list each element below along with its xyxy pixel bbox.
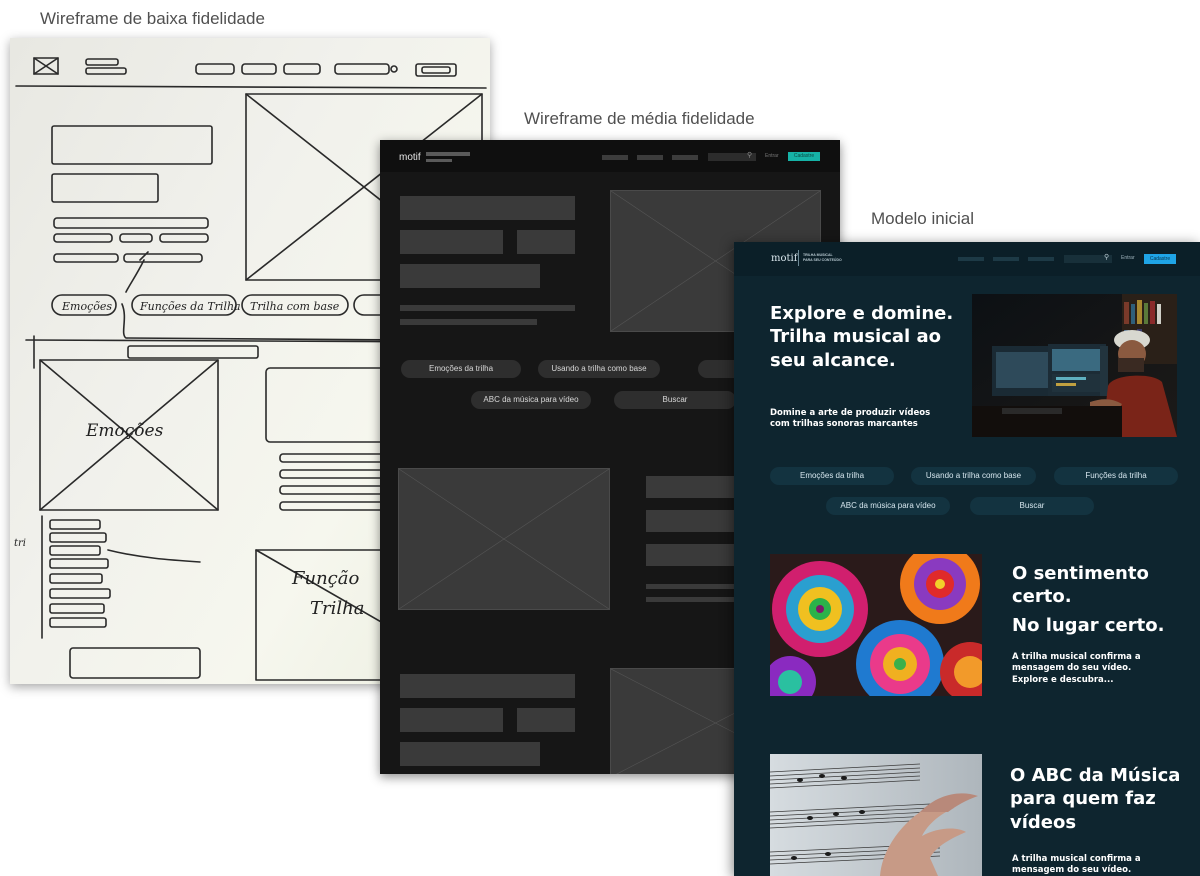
hi-logo-tagline: PARA SEU CONTEÚDO — [803, 258, 842, 262]
hi-hero-subtitle: Domine a arte de produzir vídeos com tri… — [770, 408, 931, 430]
mid-section-text-line — [646, 597, 740, 602]
mid-fidelity-caption: Wireframe de média fidelidade — [524, 109, 755, 128]
mid-section-title-block — [646, 510, 740, 532]
high-fidelity-caption: Modelo inicial — [871, 209, 974, 228]
sketch-pill-label: Trilha com base — [250, 300, 340, 313]
mid-signup-button[interactable]: Cadastre — [788, 152, 820, 161]
mid-section2-title-block — [400, 708, 503, 732]
hi-logo-tagline: TRILHA MUSICAL — [803, 253, 833, 257]
mid-pill-emocoes[interactable]: Emoções da trilha — [401, 360, 521, 378]
hi-section1-title-line2: No lugar certo. — [1012, 615, 1165, 636]
mid-pill-abc[interactable]: ABC da música para vídeo — [471, 391, 591, 409]
sketch-emocoes-label: Emoções — [85, 421, 164, 441]
mid-section2-title-block — [517, 708, 575, 732]
mid-nav-bar: motif ⚲ Entrar Cadastre — [380, 140, 840, 172]
hi-pill-usando-trilha[interactable]: Usando a trilha como base — [911, 467, 1036, 485]
mid-nav-link[interactable] — [602, 155, 628, 160]
hi-section1-body: A trilha musical confirma a mensagem do … — [1012, 652, 1141, 685]
hi-signup-button[interactable]: Cadastre — [1144, 254, 1176, 264]
hi-roses-photo — [770, 554, 982, 696]
hi-nav-link[interactable] — [993, 257, 1019, 261]
sketch-pill-label: Funções da Trilha — [139, 300, 241, 313]
mid-section-image-placeholder — [398, 468, 610, 610]
mid-hero-text-line — [400, 305, 575, 311]
mid-logo-tagline — [426, 159, 452, 162]
sheet-music-image — [770, 754, 982, 876]
low-fidelity-caption: Wireframe de baixa fidelidade — [40, 9, 265, 28]
hi-pill-abc[interactable]: ABC da música para vídeo — [826, 497, 950, 515]
hi-nav-link[interactable] — [958, 257, 984, 261]
hi-section1-title-line1: O sentimento certo. — [1012, 563, 1149, 608]
hi-nav-bar: motif TRILHA MUSICAL PARA SEU CONTEÚDO ⚲… — [734, 242, 1200, 276]
mid-hero-title-block — [400, 196, 575, 220]
mid-hero-title-block — [400, 230, 503, 254]
mid-section-title-block — [646, 476, 740, 498]
mid-hero-title-block — [517, 230, 575, 254]
hi-section2-body: A trilha musical confirma a mensagem do … — [1012, 854, 1141, 876]
mid-nav-link[interactable] — [672, 155, 698, 160]
mid-section2-title-block — [400, 742, 540, 766]
high-fidelity-mockup: motif TRILHA MUSICAL PARA SEU CONTEÚDO ⚲… — [734, 242, 1200, 876]
hi-hero-photo — [972, 294, 1177, 437]
mid-logo-tagline — [426, 152, 470, 156]
roses-image — [770, 554, 982, 696]
hi-pill-emocoes[interactable]: Emoções da trilha — [770, 467, 894, 485]
mid-section2-title-block — [400, 674, 575, 698]
hi-login-link[interactable]: Entrar — [1121, 255, 1135, 261]
mid-hero-text-line — [400, 319, 537, 325]
hi-logo-divider — [798, 250, 799, 266]
hi-hero-title: Explore e domine. Trilha musical ao seu … — [770, 303, 954, 371]
mid-nav-link[interactable] — [637, 155, 663, 160]
mid-pill-usando-trilha[interactable]: Usando a trilha como base — [538, 360, 660, 378]
search-icon[interactable]: ⚲ — [747, 151, 752, 159]
mid-logo[interactable]: motif — [399, 152, 421, 163]
mid-hero-title-block — [400, 264, 540, 288]
mid-pill-buscar[interactable]: Buscar — [614, 391, 736, 409]
search-icon[interactable]: ⚲ — [1104, 253, 1109, 261]
mid-login-link[interactable]: Entrar — [765, 153, 779, 159]
sketch-trilha-note: tri — [14, 538, 26, 549]
hi-pill-buscar[interactable]: Buscar — [970, 497, 1094, 515]
hi-logo[interactable]: motif — [771, 253, 797, 264]
hi-sheet-music-photo — [770, 754, 982, 876]
mid-section-title-block — [646, 544, 740, 566]
hi-nav-link[interactable] — [1028, 257, 1054, 261]
sketch-trilha-label: Trilha — [310, 598, 364, 619]
hi-pill-funcoes[interactable]: Funções da trilha — [1054, 467, 1178, 485]
hi-section2-title: O ABC da Música para quem faz vídeos — [1010, 765, 1181, 833]
mid-section-text-line — [646, 584, 740, 589]
sketch-pill-label: Emoções — [61, 300, 112, 313]
sketch-funcao-label: Função — [291, 568, 359, 589]
studio-image — [972, 294, 1177, 437]
